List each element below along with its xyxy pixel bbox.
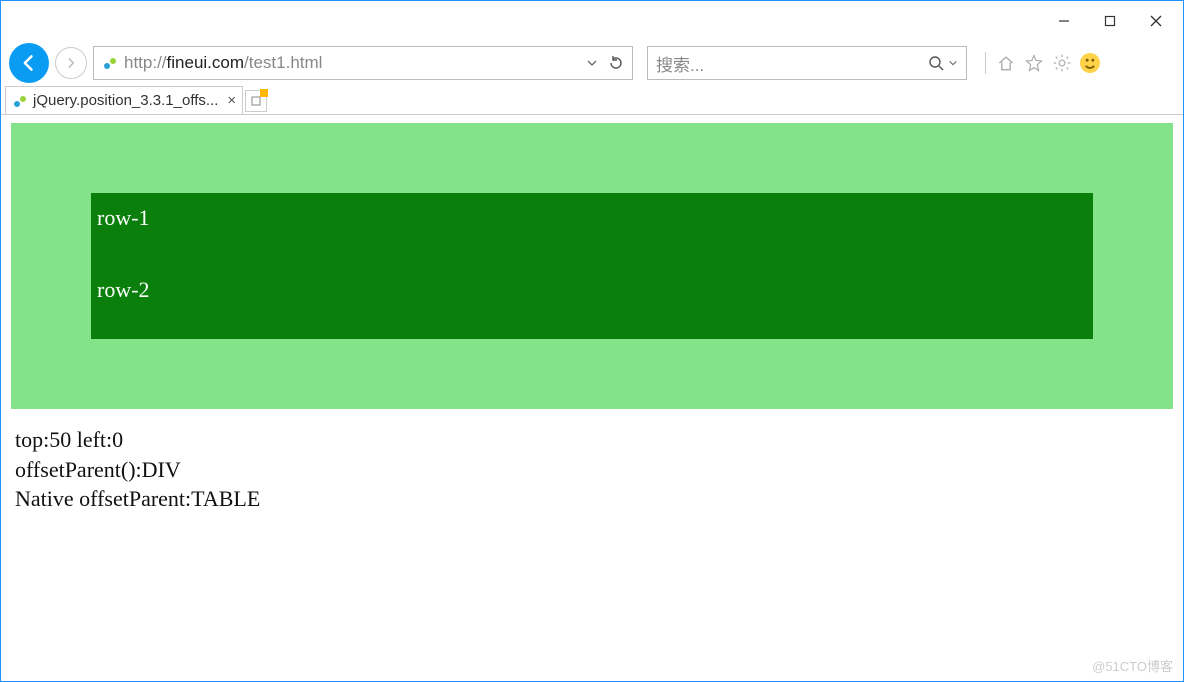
page-viewport: row-1 row-2 top:50 left:0 offsetParent()… bbox=[1, 123, 1183, 514]
result-line: offsetParent():DIV bbox=[15, 455, 1169, 485]
watermark: @51CTO博客 bbox=[1092, 656, 1173, 675]
new-tab-button[interactable] bbox=[245, 90, 267, 112]
inner-table: row-1 row-2 bbox=[91, 193, 1093, 339]
maximize-button[interactable] bbox=[1087, 5, 1133, 37]
table-row: row-2 bbox=[91, 271, 1093, 309]
browser-toolbar: http://fineui.com/test1.html 搜索... bbox=[1, 41, 1183, 85]
settings-gear-icon[interactable] bbox=[1052, 53, 1072, 73]
refresh-icon[interactable] bbox=[608, 55, 624, 71]
result-line: Native offsetParent:TABLE bbox=[15, 484, 1169, 514]
search-box[interactable]: 搜索... bbox=[647, 46, 967, 80]
tab-active[interactable]: jQuery.position_3.3.1_offs... × bbox=[5, 86, 243, 114]
back-button[interactable] bbox=[9, 43, 49, 83]
table-row: row-1 bbox=[91, 199, 1093, 237]
result-line: top:50 left:0 bbox=[15, 425, 1169, 455]
close-window-button[interactable] bbox=[1133, 5, 1179, 37]
results-block: top:50 left:0 offsetParent():DIV Native … bbox=[15, 425, 1169, 514]
window-titlebar bbox=[1, 1, 1183, 41]
tab-bar: jQuery.position_3.3.1_offs... × bbox=[1, 85, 1183, 115]
minimize-button[interactable] bbox=[1041, 5, 1087, 37]
home-icon[interactable] bbox=[996, 53, 1016, 73]
favorites-star-icon[interactable] bbox=[1024, 53, 1044, 73]
url-text: http://fineui.com/test1.html bbox=[124, 53, 580, 73]
toolbar-icons bbox=[983, 52, 1100, 74]
feedback-smile-icon[interactable] bbox=[1080, 53, 1100, 73]
dropdown-icon[interactable] bbox=[586, 57, 598, 69]
tab-close-icon[interactable]: × bbox=[227, 92, 236, 109]
search-placeholder: 搜索... bbox=[656, 51, 704, 76]
tab-title: jQuery.position_3.3.1_offs... bbox=[33, 92, 218, 109]
site-favicon-icon bbox=[102, 55, 118, 71]
forward-button[interactable] bbox=[55, 47, 87, 79]
search-icon[interactable] bbox=[928, 55, 944, 71]
search-dropdown-icon[interactable] bbox=[948, 58, 958, 68]
tab-favicon-icon bbox=[12, 93, 28, 109]
address-bar[interactable]: http://fineui.com/test1.html bbox=[93, 46, 633, 80]
outer-container: row-1 row-2 bbox=[11, 123, 1173, 409]
